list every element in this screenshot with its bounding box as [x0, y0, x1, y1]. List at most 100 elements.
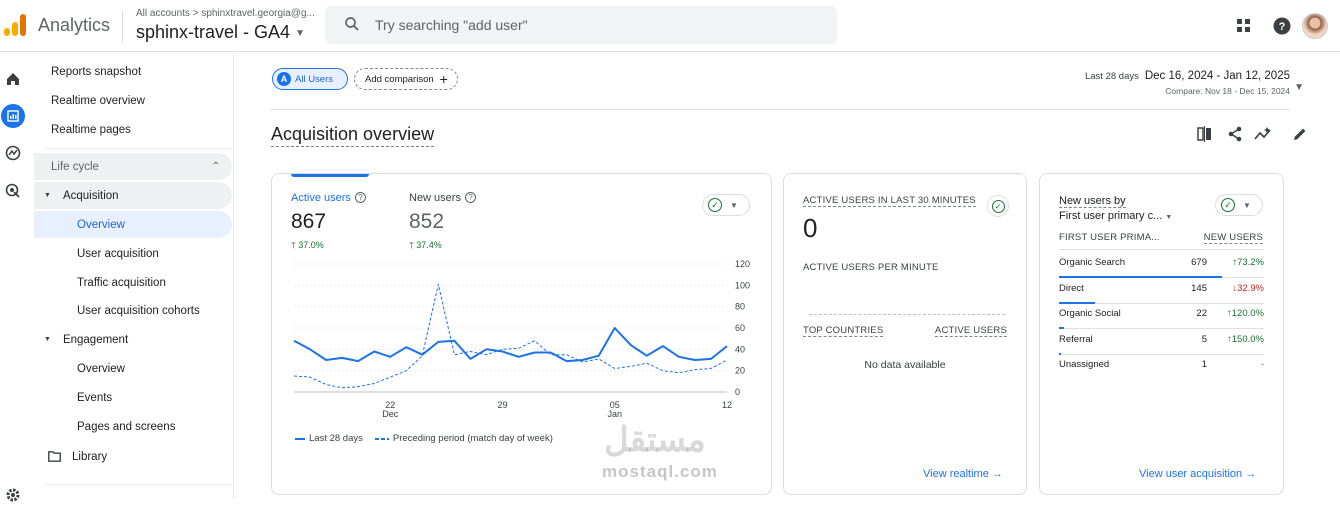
chevron-down-icon[interactable]: ▼: [1294, 82, 1304, 93]
col-dimension: FIRST USER PRIMA...: [1059, 232, 1160, 243]
arrow-right-icon: →: [991, 468, 1003, 480]
page-title: Acquisition overview: [271, 124, 435, 147]
row-value: 5: [1201, 333, 1207, 345]
title-line1: New users by: [1059, 195, 1126, 208]
avatar[interactable]: [1302, 13, 1328, 39]
share-icon[interactable]: [1225, 124, 1245, 144]
edit-pencil-icon[interactable]: [1290, 124, 1310, 144]
realtime-value: 0: [803, 213, 818, 243]
nav-events[interactable]: Events: [34, 384, 232, 411]
nav-acquisition-group[interactable]: ▼ Acquisition: [34, 182, 232, 209]
nav-acquisition-overview[interactable]: Overview: [34, 211, 232, 238]
plus-icon: +: [439, 71, 448, 87]
data-quality-chip[interactable]: ✓ ▼: [1215, 194, 1263, 216]
settings-gear-icon[interactable]: [2, 484, 24, 506]
table-row[interactable]: Referral 5 ↑150.0%: [1059, 330, 1264, 355]
check-circle-icon: ✓: [708, 198, 722, 212]
side-nav: Reports snapshot Realtime overview Realt…: [34, 52, 234, 499]
nav-user-acquisition[interactable]: User acquisition: [34, 240, 232, 267]
date-range-picker[interactable]: Last 28 days Dec 16, 2024 - Jan 12, 2025 …: [1085, 70, 1290, 96]
col-new-users: NEW USERS: [1203, 232, 1263, 244]
per-minute-baseline: [809, 314, 1005, 315]
chevron-up-icon: ⌃: [211, 161, 220, 172]
new-users-tab[interactable]: New users?: [409, 192, 476, 204]
active-users-tab[interactable]: Active users?: [291, 192, 366, 204]
nav-label: Reports snapshot: [51, 65, 142, 78]
all-users-chip[interactable]: A All Users: [272, 68, 348, 90]
account-breadcrumb[interactable]: All accounts > sphinxtravel.georgia@g...: [136, 8, 315, 19]
row-change: ↑150.0%: [1227, 333, 1264, 345]
row-value: 22: [1196, 308, 1207, 319]
divider: [122, 10, 123, 42]
chart-legend: Last 28 days Preceding period (match day…: [295, 433, 553, 444]
nav-engagement-group[interactable]: ▼ Engagement: [34, 326, 232, 353]
divider: [270, 109, 1290, 110]
table-row[interactable]: Organic Search 679 ↑73.2%: [1059, 253, 1264, 278]
row-value: 145: [1191, 282, 1207, 294]
watermark-arabic: مستقل: [604, 421, 706, 459]
nav-engagement-overview[interactable]: Overview: [34, 355, 232, 382]
nav-pages-and-screens[interactable]: Pages and screens: [34, 413, 232, 440]
header-divider: [1059, 249, 1264, 250]
view-user-acquisition-link[interactable]: View user acquisition →: [1139, 468, 1256, 480]
nav-traffic-acquisition[interactable]: Traffic acquisition: [34, 269, 232, 296]
row-change: ↓32.9%: [1232, 282, 1264, 294]
series-line-previous: [293, 283, 728, 389]
link-label: View realtime: [923, 468, 989, 480]
app-name[interactable]: Analytics: [38, 15, 110, 36]
row-change: ↑120.0%: [1227, 308, 1264, 319]
help-icon[interactable]: ?: [464, 192, 476, 203]
top-bar: Analytics All accounts > sphinxtravel.ge…: [0, 0, 1340, 52]
x-tick-label: 12: [722, 400, 732, 410]
help-icon[interactable]: ?: [1268, 12, 1296, 40]
help-icon[interactable]: ?: [354, 192, 366, 203]
analytics-logo-icon[interactable]: [4, 14, 26, 36]
nav-label: Realtime overview: [51, 94, 145, 107]
apps-grid-icon[interactable]: [1230, 12, 1258, 40]
nav-reports-snapshot[interactable]: Reports snapshot: [34, 58, 232, 85]
caret-down-icon: ▼: [1165, 214, 1173, 221]
users-line-chart: 12010080604020022Dec29 05Jan12: [293, 259, 750, 419]
table-row[interactable]: Direct 145 ↓32.9%: [1059, 279, 1264, 304]
check-circle-icon[interactable]: ✓: [987, 195, 1009, 217]
x-tick-sublabel: Dec: [382, 409, 399, 419]
card-title[interactable]: New users by First user primary c... ▼: [1059, 195, 1172, 222]
nav-lifecycle-header[interactable]: Life cycle ⌃: [34, 153, 232, 180]
nav-label: Pages and screens: [77, 420, 176, 433]
nav-realtime-overview[interactable]: Realtime overview: [34, 87, 232, 114]
nav-user-acquisition-cohorts[interactable]: User acquisition cohorts: [34, 297, 232, 324]
chip-label: Add comparison: [365, 73, 434, 85]
property-selector[interactable]: sphinx-travel - GA4 ▼: [136, 22, 305, 43]
insights-icon[interactable]: [1253, 124, 1273, 144]
reports-icon[interactable]: [1, 104, 25, 128]
dimension-selector[interactable]: First user primary c... ▼: [1059, 210, 1172, 222]
advertising-icon[interactable]: [2, 180, 24, 202]
y-tick-label: 20: [735, 366, 745, 376]
table-row[interactable]: Organic Social 22 ↑120.0%: [1059, 304, 1264, 329]
nav-realtime-pages[interactable]: Realtime pages: [34, 116, 232, 143]
realtime-card: ACTIVE USERS IN LAST 30 MINUTES ✓ 0 ACTI…: [783, 173, 1027, 495]
explore-icon[interactable]: [2, 142, 24, 164]
data-quality-chip[interactable]: ✓ ▼: [702, 194, 750, 216]
add-comparison-button[interactable]: Add comparison +: [354, 68, 458, 90]
row-value: 679: [1191, 257, 1207, 268]
table-row[interactable]: Unassigned 1 -: [1059, 355, 1264, 380]
nav-label: Acquisition: [62, 189, 119, 202]
svg-text:?: ?: [1279, 21, 1286, 33]
nav-label: User acquisition cohorts: [77, 304, 200, 317]
caret-down-icon: ▼: [730, 200, 738, 210]
row-change: ↑73.2%: [1232, 257, 1264, 268]
search-bar[interactable]: Try searching "add user": [325, 6, 837, 44]
caret-down-icon: ▼: [1243, 200, 1251, 210]
view-realtime-link[interactable]: View realtime →: [923, 468, 1003, 480]
col-active-users: ACTIVE USERS: [934, 325, 1007, 337]
nav-label: User acquisition: [77, 247, 159, 260]
compare-icon[interactable]: [1195, 124, 1215, 144]
legend-previous: Preceding period (match day of week): [392, 433, 553, 444]
row-value: 1: [1201, 359, 1207, 370]
legend-swatch-dashed: [374, 437, 389, 440]
nav-library[interactable]: Library: [34, 443, 232, 470]
home-icon[interactable]: [2, 68, 24, 90]
chip-label: All Users: [295, 73, 334, 85]
dimension-label: First user primary c...: [1059, 210, 1163, 222]
